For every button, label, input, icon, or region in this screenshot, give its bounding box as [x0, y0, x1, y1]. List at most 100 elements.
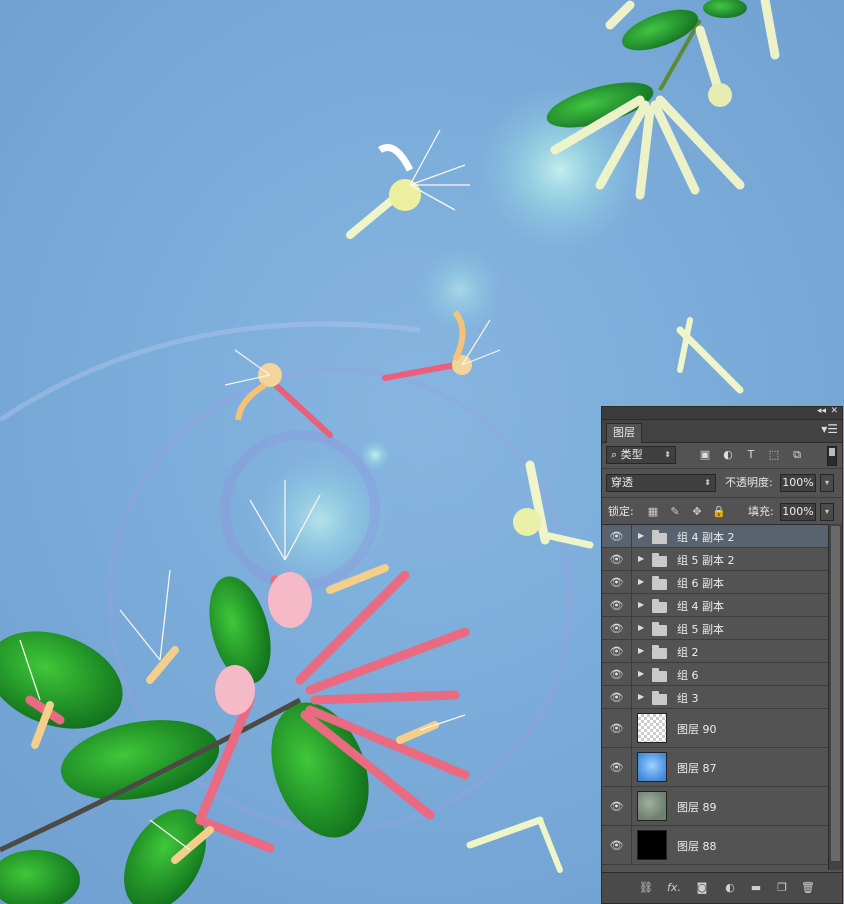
layer-name: 图层 90 — [677, 723, 717, 736]
eye-icon[interactable]: 👁 — [602, 748, 632, 786]
layer-row-group-5-copy-2[interactable]: 👁 ▶ 组 5 副本 2 — [602, 548, 828, 571]
image-filter-icon[interactable]: ▣ — [698, 448, 712, 462]
folder-icon — [652, 645, 667, 659]
layer-thumbnail — [637, 752, 667, 782]
eye-icon[interactable]: 👁 — [602, 617, 632, 639]
type-filter-icon[interactable]: T — [744, 448, 758, 462]
fill-label: 填充: — [748, 505, 774, 518]
panel-titlebar[interactable]: ◂◂ ✕ — [602, 406, 842, 420]
folder-icon — [652, 530, 667, 544]
panel-menu-icon[interactable]: ▾☰ — [821, 422, 838, 436]
layer-name: 组 5 副本 — [677, 623, 724, 636]
layer-row-group-2[interactable]: 👁 ▶ 组 2 — [602, 640, 828, 663]
opacity-input[interactable]: 100% — [780, 474, 816, 492]
layers-bottom-toolbar: ⛓ fx. ◙ ◐ ▬ ❐ 🗑 — [602, 872, 842, 903]
trash-icon[interactable]: 🗑 — [800, 881, 816, 895]
layer-row-group-4-copy[interactable]: 👁 ▶ 组 4 副本 — [602, 594, 828, 617]
blend-mode-value: 穿透 — [611, 476, 633, 489]
filter-toggle[interactable] — [827, 446, 837, 466]
filter-kind-select[interactable]: ⌕ 类型 ⬍ — [606, 446, 676, 464]
eye-icon[interactable]: 👁 — [602, 594, 632, 616]
eye-icon[interactable]: 👁 — [602, 686, 632, 708]
layer-name: 组 3 — [677, 692, 699, 705]
lock-all-icon[interactable]: 🔒 — [712, 505, 726, 519]
layer-row-layer-87[interactable]: 👁 图层 87 — [602, 748, 828, 787]
double-chevron-icon[interactable]: ◂◂ — [817, 406, 826, 416]
folder-icon — [652, 691, 667, 705]
eye-icon[interactable]: 👁 — [602, 709, 632, 747]
mask-icon[interactable]: ◙ — [694, 881, 710, 895]
filter-row: ⌕ 类型 ⬍ ▣ ◐ T ⬚ ⧉ — [602, 443, 842, 468]
layer-thumbnail — [637, 713, 667, 743]
layer-thumbnail — [637, 830, 667, 860]
lock-brush-icon[interactable]: ✎ — [668, 505, 682, 519]
expand-triangle-icon[interactable]: ▶ — [638, 531, 644, 540]
eye-icon[interactable]: 👁 — [602, 571, 632, 593]
layer-name: 组 6 副本 — [677, 577, 724, 590]
lock-row: 锁定: ▦ ✎ ✥ 🔒 填充: 100% ▾ — [602, 497, 842, 526]
layer-name: 组 4 副本 — [677, 600, 724, 613]
layer-row-group-4-copy-2[interactable]: 👁 ▶ 组 4 副本 2 — [602, 525, 828, 548]
layer-name: 图层 87 — [677, 762, 717, 775]
lock-move-icon[interactable]: ✥ — [690, 505, 704, 519]
layer-row-group-6[interactable]: 👁 ▶ 组 6 — [602, 663, 828, 686]
eye-icon[interactable]: 👁 — [602, 787, 632, 825]
folder-icon — [652, 622, 667, 636]
layer-row-layer-90[interactable]: 👁 图层 90 — [602, 709, 828, 748]
layer-name: 图层 88 — [677, 840, 717, 853]
layer-row-group-6-copy[interactable]: 👁 ▶ 组 6 副本 — [602, 571, 828, 594]
expand-triangle-icon[interactable]: ▶ — [638, 577, 644, 586]
folder-icon — [652, 668, 667, 682]
chevron-updown-icon: ⬍ — [664, 450, 671, 459]
new-layer-icon[interactable]: ❐ — [774, 881, 790, 895]
scrollbar-thumb[interactable] — [831, 526, 840, 861]
link-icon[interactable]: ⛓ — [638, 881, 654, 895]
fx-icon[interactable]: fx. — [666, 881, 682, 895]
smart-object-filter-icon[interactable]: ⧉ — [790, 448, 804, 462]
expand-triangle-icon[interactable]: ▶ — [638, 623, 644, 632]
eye-icon[interactable]: 👁 — [602, 663, 632, 685]
layer-name: 组 2 — [677, 646, 699, 659]
layer-row-layer-89[interactable]: 👁 图层 89 — [602, 787, 828, 826]
layer-row-group-3[interactable]: 👁 ▶ 组 3 — [602, 686, 828, 709]
adjustment-icon[interactable]: ◐ — [722, 881, 738, 895]
eye-icon[interactable]: 👁 — [602, 548, 632, 570]
layer-name: 组 5 副本 2 — [677, 554, 735, 567]
layer-name: 图层 89 — [677, 801, 717, 814]
folder-icon — [652, 599, 667, 613]
search-icon: ⌕ — [611, 448, 621, 461]
opacity-dropdown-icon[interactable]: ▾ — [820, 474, 834, 492]
expand-triangle-icon[interactable]: ▶ — [638, 669, 644, 678]
layer-row-layer-88[interactable]: 👁 图层 88 — [602, 826, 828, 865]
lock-transparent-icon[interactable]: ▦ — [646, 505, 660, 519]
folder-icon[interactable]: ▬ — [748, 881, 764, 895]
blend-row: 穿透 ⬍ 不透明度: 100% ▾ — [602, 468, 842, 497]
filter-kind-label: 类型 — [620, 448, 643, 461]
expand-triangle-icon[interactable]: ▶ — [638, 600, 644, 609]
layer-row-group-5-copy[interactable]: 👁 ▶ 组 5 副本 — [602, 617, 828, 640]
close-icon[interactable]: ✕ — [830, 406, 838, 416]
adjustment-filter-icon[interactable]: ◐ — [721, 448, 735, 462]
chevron-updown-icon: ⬍ — [704, 478, 711, 487]
opacity-label: 不透明度: — [725, 476, 773, 489]
fill-dropdown-icon[interactable]: ▾ — [820, 503, 834, 521]
fill-input[interactable]: 100% — [780, 503, 816, 521]
expand-triangle-icon[interactable]: ▶ — [638, 646, 644, 655]
shape-filter-icon[interactable]: ⬚ — [767, 448, 781, 462]
layers-panel: ◂◂ ✕ 图层 ▾☰ ⌕ 类型 ⬍ ▣ ◐ T ⬚ ⧉ 穿透 ⬍ 不透明度: 1… — [601, 406, 843, 904]
layer-name: 组 6 — [677, 669, 699, 682]
folder-icon — [652, 576, 667, 590]
panel-tab-row: 图层 ▾☰ — [602, 420, 842, 443]
tab-layers[interactable]: 图层 — [606, 423, 642, 443]
expand-triangle-icon[interactable]: ▶ — [638, 692, 644, 701]
layer-list-scrollbar[interactable] — [828, 524, 842, 870]
layer-thumbnail — [637, 791, 667, 821]
layer-list: 👁 ▶ 组 4 副本 2 👁 ▶ 组 5 副本 2 👁 ▶ 组 6 副本 👁 ▶… — [602, 524, 828, 871]
blend-mode-select[interactable]: 穿透 ⬍ — [606, 474, 716, 492]
eye-icon[interactable]: 👁 — [602, 640, 632, 662]
layer-name: 组 4 副本 2 — [677, 531, 735, 544]
eye-icon[interactable]: 👁 — [602, 525, 632, 547]
eye-icon[interactable]: 👁 — [602, 826, 632, 864]
expand-triangle-icon[interactable]: ▶ — [638, 554, 644, 563]
folder-icon — [652, 553, 667, 567]
